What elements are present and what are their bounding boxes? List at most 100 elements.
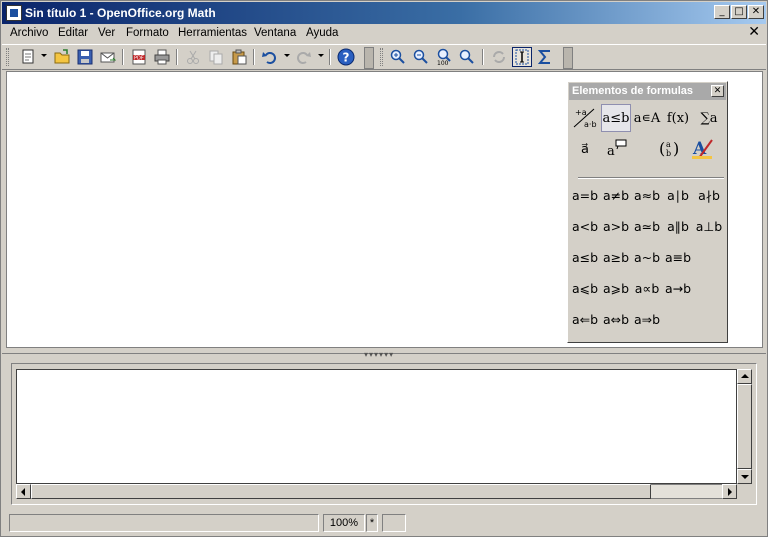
relation-symbol-button[interactable]: a≠b [601, 184, 631, 208]
relation-symbol-button[interactable]: a⇐b [570, 308, 600, 332]
relation-symbol-button[interactable]: a=b [570, 184, 600, 208]
new-dropdown-icon[interactable] [41, 54, 47, 57]
scroll-left-button[interactable] [16, 484, 31, 499]
arrow-right-icon [728, 488, 732, 496]
panel-title[interactable]: Elementos de formulas [569, 83, 726, 100]
openoffice-math-icon [6, 5, 22, 21]
svg-text:PDF: PDF [134, 56, 144, 62]
relation-symbol-button[interactable]: a→b [663, 277, 693, 301]
relation-symbol-button[interactable]: a≥b [601, 246, 631, 270]
zoom-icon[interactable] [457, 47, 477, 67]
relation-symbol-button[interactable]: a≃b [632, 215, 662, 239]
relation-symbol-button[interactable]: a∝b [632, 277, 662, 301]
vertical-scrollbar[interactable] [737, 369, 752, 484]
undo-dropdown-icon[interactable] [284, 54, 290, 57]
menu-archivo[interactable]: Archivo [10, 27, 48, 39]
redo-icon[interactable] [293, 47, 313, 67]
splitter-grip-icon[interactable]: ▾▾▾▾▾▾ [364, 350, 394, 359]
export-pdf-icon[interactable]: PDF [129, 47, 149, 67]
open-folder-icon[interactable] [52, 47, 72, 67]
close-button[interactable]: ✕ [748, 5, 764, 19]
cut-icon[interactable] [183, 47, 203, 67]
standard-toolbar: PDF ? 100 [2, 44, 766, 70]
menu-ver[interactable]: Ver [98, 27, 115, 39]
save-icon[interactable] [75, 47, 95, 67]
scroll-up-button[interactable] [737, 369, 752, 384]
status-modified: * [366, 514, 378, 532]
brackets-icon: (ab) [659, 139, 679, 158]
svg-text:+a: +a [575, 108, 587, 117]
menu-bar: Archivo Editar Ver Formato Herramientas … [2, 24, 766, 44]
commands-editor[interactable] [16, 369, 737, 484]
toolbar-separator [253, 49, 255, 65]
relation-symbol-button[interactable]: a≡b [663, 246, 693, 270]
redo-dropdown-icon[interactable] [318, 54, 324, 57]
update-icon[interactable] [489, 47, 509, 67]
relation-symbol-button[interactable]: a⇔b [601, 308, 631, 332]
new-icon[interactable] [18, 47, 38, 67]
panel-close-button[interactable]: ✕ [711, 85, 724, 97]
paste-icon[interactable] [229, 47, 249, 67]
horizontal-scrollbar[interactable] [16, 484, 737, 499]
undo-icon[interactable] [260, 47, 280, 67]
relation-symbol-button[interactable]: a~b [632, 246, 662, 270]
category-attributes[interactable]: a⃗ [570, 135, 600, 163]
relation-symbol-button[interactable]: a>b [601, 215, 631, 239]
status-zoom[interactable]: 100% [323, 514, 365, 532]
print-icon[interactable] [152, 47, 172, 67]
menu-formato[interactable]: Formato [126, 27, 169, 39]
toolbar-grip[interactable] [380, 48, 383, 66]
menu-editar[interactable]: Editar [58, 27, 88, 39]
close-document-button[interactable]: ✕ [748, 24, 760, 40]
svg-text:a: a [666, 140, 671, 149]
help-icon[interactable]: ? [336, 47, 356, 67]
horizontal-scroll-thumb[interactable] [31, 484, 651, 499]
status-bar: 100% * [2, 511, 766, 535]
relation-symbol-button[interactable]: a⩽b [570, 277, 600, 301]
minimize-button[interactable]: _ [714, 5, 730, 19]
arrow-left-icon [21, 488, 25, 496]
maximize-button[interactable]: □ [731, 5, 747, 19]
category-formats[interactable]: A [687, 135, 717, 163]
formula-cursor-icon[interactable] [512, 47, 532, 67]
others-icon: a [607, 139, 627, 159]
relation-symbol-button[interactable]: a≤b [570, 246, 600, 270]
category-unary-binary-operators[interactable]: +a a·b [570, 104, 600, 132]
symbols-icon[interactable] [535, 47, 555, 67]
toolbar-overflow-button[interactable] [364, 47, 374, 69]
relation-symbol-button[interactable]: a≈b [632, 184, 662, 208]
category-others[interactable]: a [601, 135, 631, 163]
relation-symbol-button[interactable]: a∥b [663, 215, 693, 239]
menu-ayuda[interactable]: Ayuda [306, 27, 338, 39]
scroll-right-button[interactable] [722, 484, 737, 499]
category-operators[interactable]: ∑a [694, 104, 724, 132]
email-icon[interactable] [98, 47, 118, 67]
menu-herramientas[interactable]: Herramientas [178, 27, 247, 39]
relation-symbol-button[interactable]: a⇒b [632, 308, 662, 332]
zoom-100-icon[interactable]: 100 [434, 47, 454, 67]
toolbar-grip[interactable] [6, 48, 9, 66]
relation-symbol-button[interactable]: a⩾b [601, 277, 631, 301]
toolbar-separator [482, 49, 484, 65]
scroll-down-button[interactable] [737, 469, 752, 484]
copy-icon[interactable] [206, 47, 226, 67]
toolbar-overflow-button[interactable] [563, 47, 573, 69]
vertical-scroll-thumb[interactable] [737, 384, 752, 469]
category-functions[interactable]: f(x) [663, 104, 693, 132]
math-window: Sin título 1 - OpenOffice.org Math _ □ ✕… [0, 0, 768, 537]
svg-text:100: 100 [437, 60, 449, 66]
relation-symbol-button[interactable]: a<b [570, 215, 600, 239]
menu-ventana[interactable]: Ventana [254, 27, 296, 39]
category-set-operations[interactable]: a∊A [632, 104, 662, 132]
relation-symbol-button[interactable]: a∤b [694, 184, 724, 208]
category-brackets[interactable]: (a b) [655, 135, 685, 163]
toolbar-separator [329, 49, 331, 65]
arrow-down-icon [741, 475, 749, 479]
zoom-out-icon[interactable] [411, 47, 431, 67]
relation-symbol-button[interactable]: a⊥b [694, 215, 724, 239]
svg-text:a·b: a·b [584, 120, 597, 129]
view-splitter[interactable]: ▾▾▾▾▾▾ [2, 348, 766, 360]
category-relations[interactable]: a≤b [601, 104, 631, 132]
zoom-in-icon[interactable] [388, 47, 408, 67]
relation-symbol-button[interactable]: a∣b [663, 184, 693, 208]
